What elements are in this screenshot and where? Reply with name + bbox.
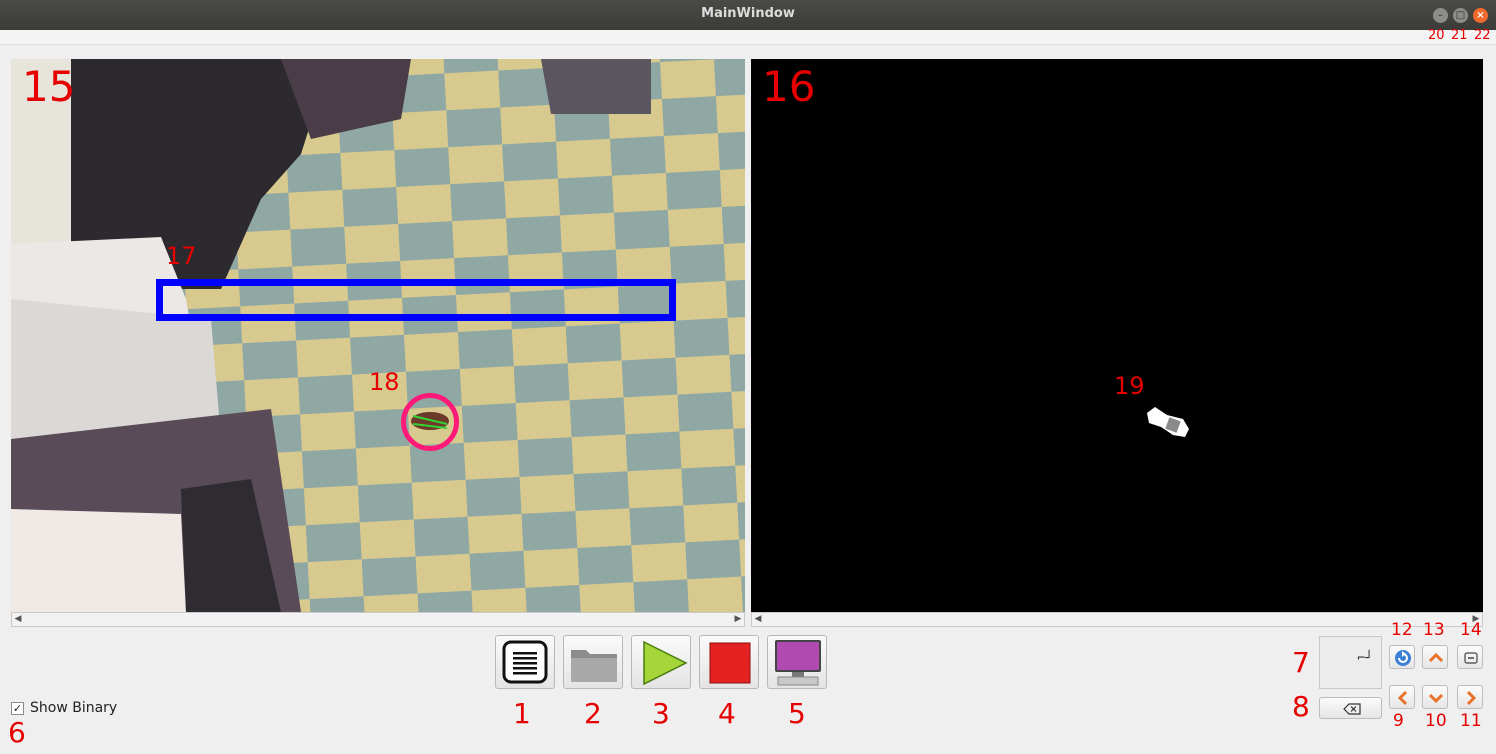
annotation-3: 3 [652, 697, 670, 730]
display-text: ⌐┘ [1357, 651, 1373, 666]
annotation-20: 20 [1428, 28, 1445, 43]
scroll-left-icon[interactable]: ◀ [752, 614, 764, 624]
annotation-17: 17 [166, 242, 197, 270]
scroll-right-icon[interactable]: ▶ [732, 614, 744, 624]
annotation-14: 14 [1460, 620, 1482, 640]
annotation-18: 18 [369, 368, 400, 396]
refresh-button[interactable] [1389, 645, 1415, 669]
show-binary-label[interactable]: Show Binary [30, 700, 117, 716]
annotation-1: 1 [513, 697, 531, 730]
annotation-2: 2 [584, 697, 602, 730]
annotation-4: 4 [718, 697, 736, 730]
annotation-21: 21 [1451, 28, 1468, 43]
maximize-button[interactable]: □ [1453, 8, 1468, 23]
title-bar: MainWindow – □ × [0, 0, 1496, 30]
binary-blob [1147, 407, 1189, 437]
minus-icon [1464, 652, 1478, 664]
chevron-up-icon [1428, 652, 1444, 663]
left-button[interactable] [1389, 685, 1415, 709]
annotation-5: 5 [788, 697, 806, 730]
camera-frame [11, 59, 745, 612]
stop-button[interactable] [699, 635, 759, 689]
annotation-7: 7 [1292, 646, 1310, 679]
minimize-button[interactable]: – [1433, 8, 1448, 23]
chevron-down-icon [1428, 693, 1444, 704]
binary-scrollbar[interactable]: ◀ ▶ [751, 612, 1483, 627]
detected-object [411, 412, 449, 430]
annotation-16: 16 [762, 62, 816, 111]
stop-icon [709, 642, 751, 684]
monitor-icon [775, 640, 821, 686]
play-button[interactable] [631, 635, 691, 689]
menu-button[interactable] [495, 635, 555, 689]
show-binary-checkbox[interactable]: ✓ [11, 702, 24, 715]
camera-scrollbar[interactable]: ◀ ▶ [11, 612, 745, 627]
down-button[interactable] [1422, 685, 1448, 709]
backspace-icon [1343, 703, 1361, 715]
annotation-19: 19 [1114, 372, 1145, 400]
refresh-icon [1395, 650, 1411, 666]
annotation-22: 22 [1474, 28, 1491, 43]
annotation-10: 10 [1425, 711, 1447, 731]
minus-button[interactable] [1457, 645, 1483, 669]
menu-icon [502, 640, 548, 684]
display-button[interactable] [767, 635, 827, 689]
chevron-left-icon [1397, 690, 1408, 706]
open-folder-button[interactable] [563, 635, 623, 689]
play-icon [643, 640, 688, 686]
annotation-8: 8 [1292, 690, 1310, 723]
chevron-right-icon [1466, 690, 1477, 706]
clear-button[interactable] [1319, 697, 1382, 719]
value-display: ⌐┘ [1319, 636, 1382, 689]
annotation-11: 11 [1460, 711, 1482, 731]
annotation-15: 15 [22, 62, 76, 111]
binary-view[interactable] [751, 59, 1483, 612]
annotation-12: 12 [1391, 620, 1413, 640]
close-button[interactable]: × [1473, 8, 1488, 23]
annotation-13: 13 [1423, 620, 1445, 640]
folder-icon [571, 650, 617, 682]
window-title: MainWindow [701, 6, 795, 21]
annotation-9: 9 [1393, 711, 1404, 731]
scroll-left-icon[interactable]: ◀ [12, 614, 24, 624]
menu-bar [0, 30, 1496, 45]
roi-rectangle[interactable] [156, 279, 676, 321]
annotation-6: 6 [8, 716, 26, 749]
camera-view[interactable] [11, 59, 745, 612]
right-button[interactable] [1457, 685, 1483, 709]
up-button[interactable] [1422, 645, 1448, 669]
